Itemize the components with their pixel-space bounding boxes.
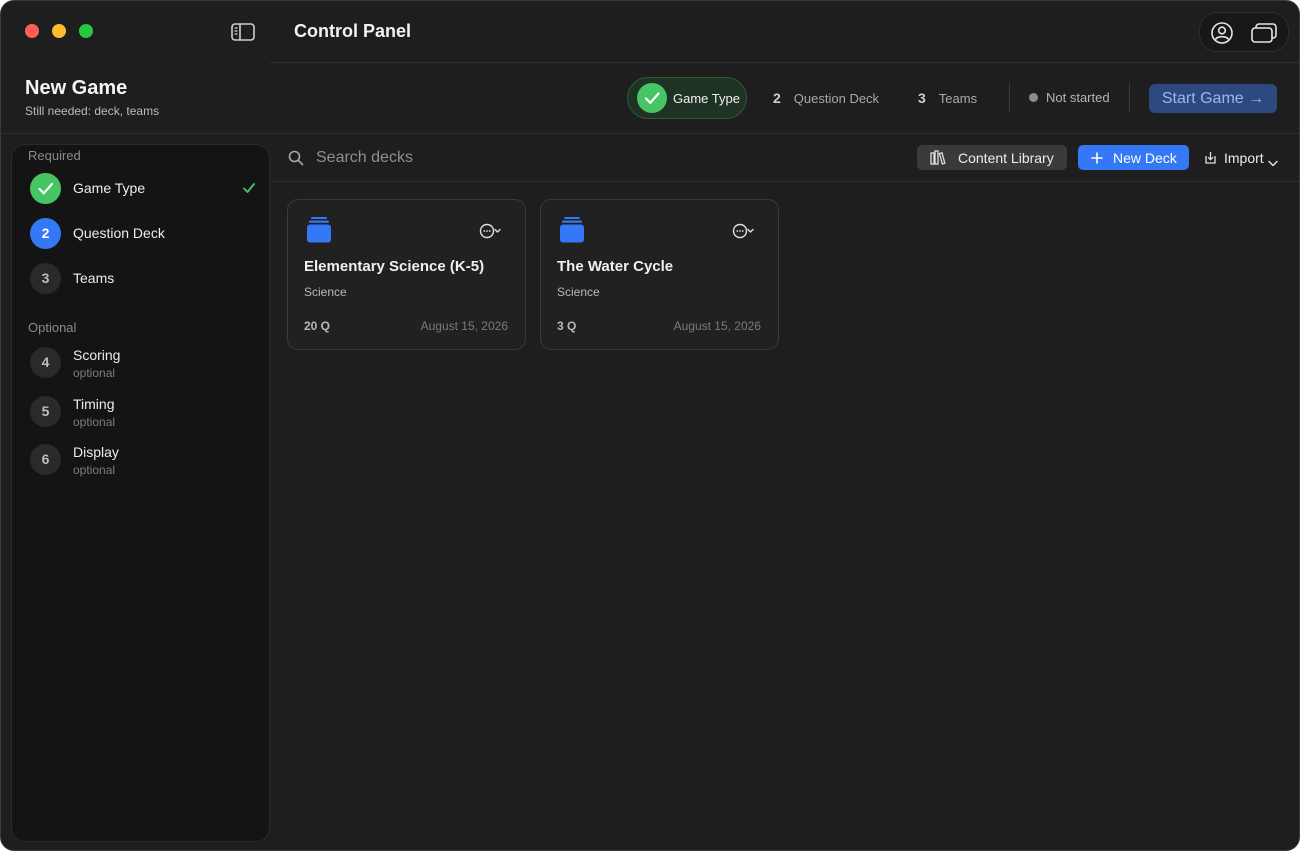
section-label-optional: Optional [28, 320, 77, 335]
step-number: 2 [773, 90, 781, 106]
minimize-window-button[interactable] [52, 24, 66, 38]
deck-title: Elementary Science (K-5) [304, 258, 485, 275]
new-deck-button[interactable]: New Deck [1078, 145, 1189, 170]
sidebar-item-display[interactable]: 6 Display optional [28, 441, 260, 479]
step-label: Teams [938, 91, 978, 106]
sidebar-item-label: Question Deck [73, 225, 165, 241]
deck-stack-icon [559, 216, 585, 244]
deck-card[interactable]: The Water Cycle Science 3 Q August 15, 2… [540, 199, 779, 350]
plus-icon [1091, 151, 1103, 164]
deck-category: Science [304, 285, 347, 299]
section-label-required: Required [28, 148, 81, 163]
sidebar-item-teams[interactable]: 3 Teams [28, 260, 260, 298]
deck-date: August 15, 2026 [420, 319, 508, 333]
step-number-badge: 4 [30, 347, 61, 378]
divider [1129, 83, 1130, 113]
sidebar-item-label: Timing [73, 396, 115, 412]
search-icon [288, 150, 304, 166]
import-dropdown[interactable]: Import [1204, 145, 1280, 170]
step-number-badge: 3 [30, 263, 61, 294]
new-deck-label: New Deck [1113, 150, 1177, 166]
sidebar-item-question-deck[interactable]: 2 Question Deck [28, 215, 260, 253]
check-circle-icon [30, 173, 61, 204]
sidebar-item-timing[interactable]: 5 Timing optional [28, 393, 260, 431]
more-options-icon[interactable] [732, 223, 756, 239]
close-window-button[interactable] [25, 24, 39, 38]
step-number-badge: 6 [30, 444, 61, 475]
deck-question-count: 20 Q [304, 319, 331, 333]
title-bar: Control Panel [1, 1, 1299, 63]
step-number-badge: 2 [30, 218, 61, 249]
status-text: Not started [1046, 90, 1110, 105]
step-label: Question Deck [793, 91, 880, 106]
search-input[interactable] [316, 146, 716, 170]
sidebar-item-scoring[interactable]: 4 Scoring optional [28, 344, 260, 382]
start-game-button[interactable]: Start Game → [1149, 84, 1277, 113]
sidebar-item-sublabel: optional [73, 463, 116, 477]
sidebar-item-label: Game Type [73, 180, 146, 196]
check-circle-icon [637, 83, 667, 113]
deck-category: Science [557, 285, 600, 299]
step-game-type[interactable]: Game Type [627, 77, 747, 119]
deck-question-count: 3 Q [557, 319, 577, 333]
game-subtitle: Still needed: deck, teams [25, 104, 160, 118]
sidebar-item-sublabel: optional [73, 366, 116, 380]
import-label: Import [1224, 150, 1264, 166]
step-teams[interactable]: 3 Teams [918, 90, 977, 106]
title-actions-group [1199, 12, 1289, 52]
deck-card[interactable]: Elementary Science (K-5) Science 20 Q Au… [287, 199, 526, 350]
deck-toolbar: Content Library New Deck Import [271, 134, 1299, 182]
setup-sidebar: Required Game Type 2 Question Deck 3 Tea… [11, 144, 270, 842]
sidebar-item-game-type[interactable]: Game Type [28, 170, 260, 208]
deck-title: The Water Cycle [557, 258, 674, 275]
sidebar-toggle-icon[interactable] [230, 21, 256, 43]
sidebar-item-label: Teams [73, 270, 115, 286]
game-header: New Game Still needed: deck, teams Game … [1, 63, 1299, 134]
step-number: 3 [918, 90, 926, 106]
more-options-icon[interactable] [479, 223, 503, 239]
checkmark-icon [242, 181, 256, 195]
app-window: Control Panel New Game Still needed: dec… [0, 0, 1300, 851]
window-title: Control Panel [294, 21, 412, 41]
zoom-window-button[interactable] [79, 24, 93, 38]
content-library-label: Content Library [958, 150, 1054, 166]
title-bar-sidebar-region [1, 1, 270, 63]
step-number-badge: 5 [30, 396, 61, 427]
import-icon [1204, 151, 1217, 164]
status-dot-icon [1029, 93, 1038, 102]
windows-icon[interactable] [1250, 21, 1278, 45]
sidebar-item-sublabel: optional [73, 415, 116, 429]
deck-date: August 15, 2026 [673, 319, 761, 333]
deck-stack-icon [306, 216, 332, 244]
account-icon[interactable] [1210, 21, 1234, 45]
content-library-button[interactable]: Content Library [917, 145, 1067, 170]
divider [1009, 83, 1010, 113]
sidebar-item-label: Display [73, 444, 119, 460]
library-icon [930, 150, 946, 165]
step-game-type-label: Game Type [673, 91, 740, 106]
step-question-deck[interactable]: 2 Question Deck [773, 90, 879, 106]
sidebar-item-label: Scoring [73, 347, 121, 363]
game-title: New Game [25, 77, 128, 99]
chevron-down-icon [1268, 154, 1278, 167]
game-status: Not started [1029, 90, 1110, 105]
